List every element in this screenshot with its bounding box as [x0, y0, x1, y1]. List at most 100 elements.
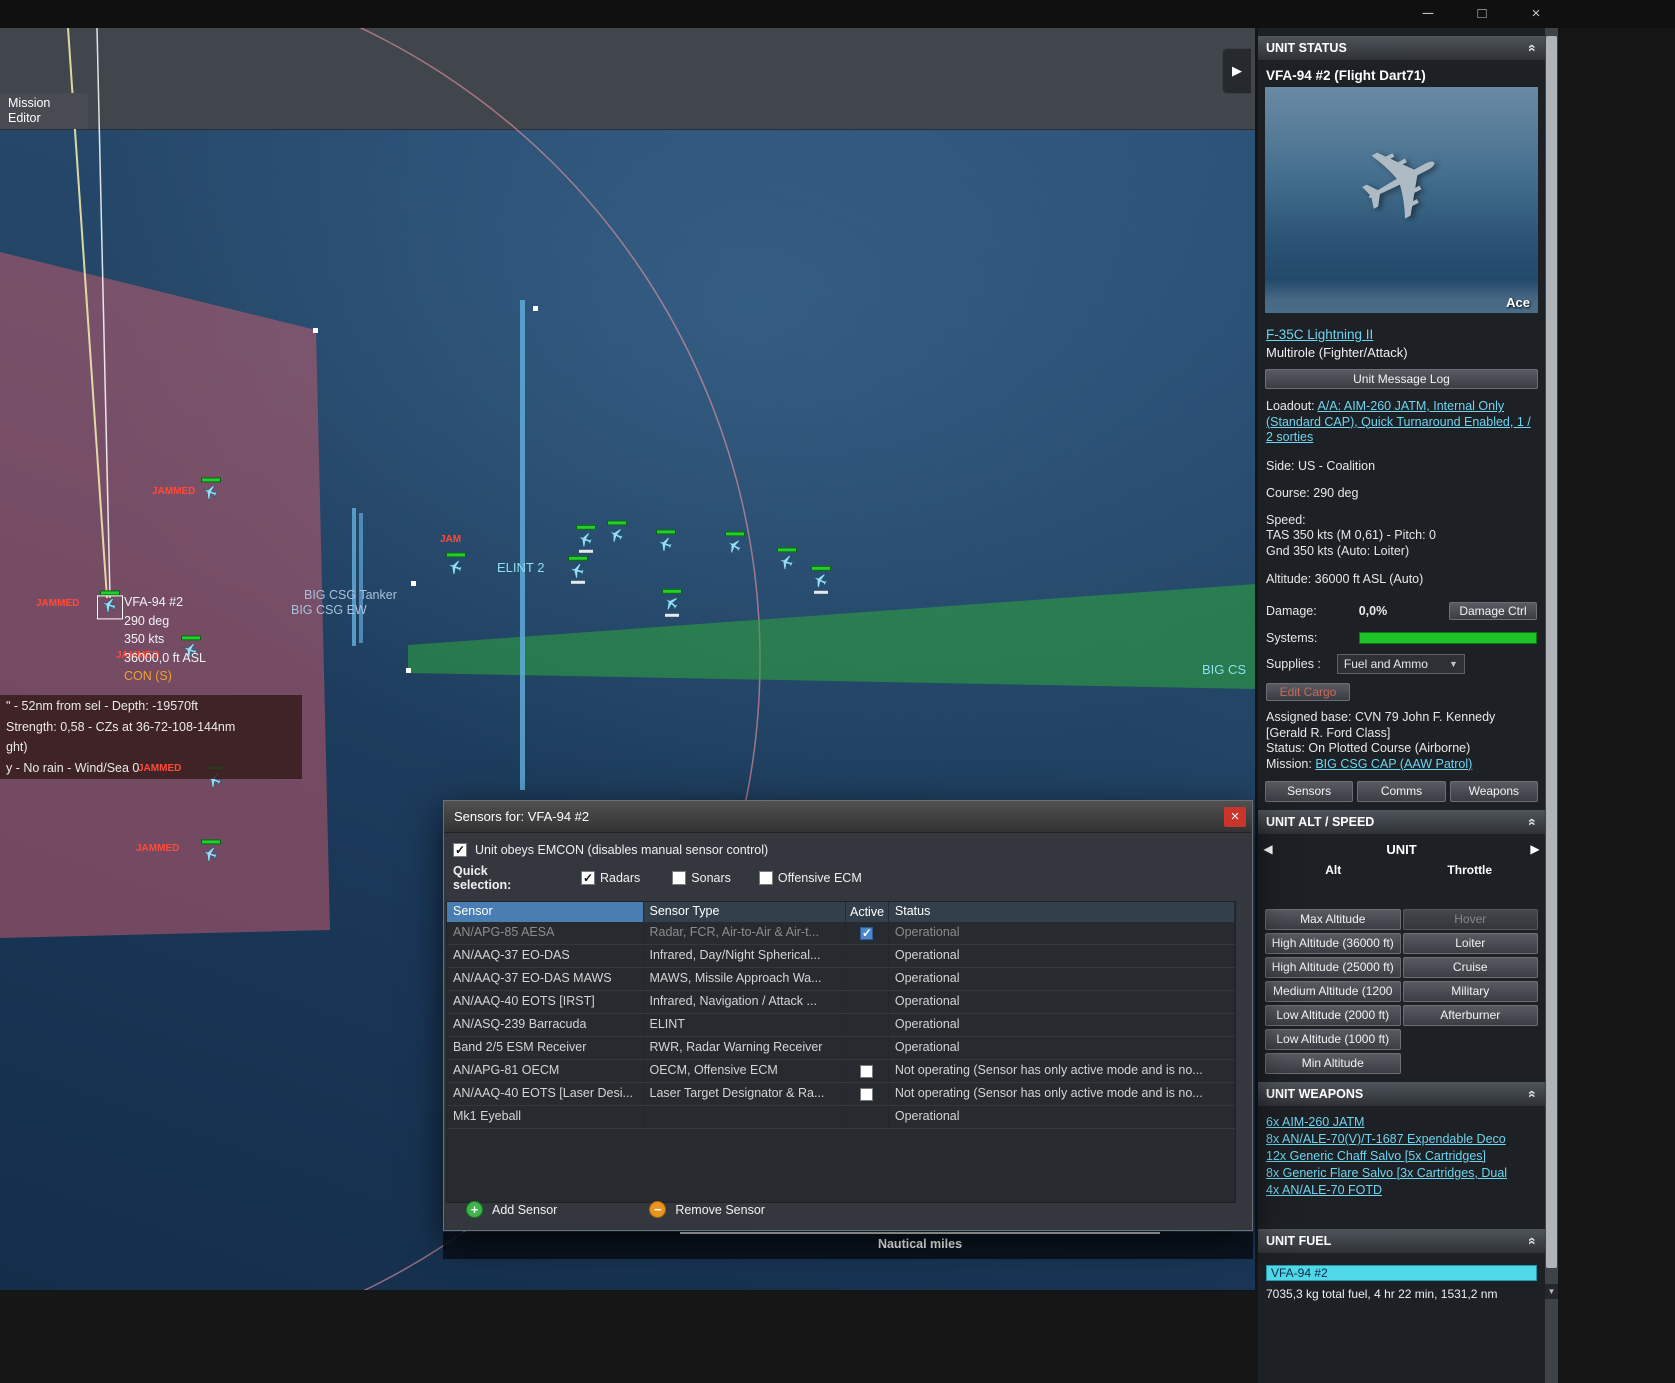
- sensor-row[interactable]: AN/APG-81 OECM OECM, Offensive ECM ✓ Not…: [447, 1060, 1235, 1083]
- weapon-link[interactable]: 6x AIM-260 JATM: [1266, 1115, 1364, 1129]
- alt-button-low-2000[interactable]: Low Altitude (2000 ft): [1265, 1005, 1401, 1026]
- vertex-handle[interactable]: [313, 328, 318, 333]
- sensor-row[interactable]: AN/AAQ-40 EOTS [IRST] Infrared, Navigati…: [447, 991, 1235, 1014]
- throttle-button-military[interactable]: Military: [1402, 981, 1538, 1002]
- alt-button-low-1000[interactable]: Low Altitude (1000 ft): [1265, 1029, 1401, 1050]
- unit-nav-label: UNIT: [1386, 841, 1417, 857]
- collapse-icon[interactable]: «: [1525, 44, 1541, 52]
- throttle-button-loiter[interactable]: Loiter: [1402, 933, 1538, 954]
- aircraft-marker[interactable]: [574, 524, 598, 553]
- aircraft-marker[interactable]: [723, 531, 747, 555]
- alt-button-high-25000[interactable]: High Altitude (25000 ft): [1265, 957, 1401, 978]
- unit-alt-speed-header[interactable]: UNIT ALT / SPEED «: [1258, 810, 1545, 834]
- sensor-row[interactable]: Band 2/5 ESM Receiver RWR, Radar Warning…: [447, 1037, 1235, 1060]
- patrol-corridor-polygon[interactable]: [408, 584, 1255, 689]
- remove-sensor-icon[interactable]: −: [649, 1201, 667, 1218]
- scrollbar-down-icon[interactable]: ▼: [1545, 1284, 1558, 1299]
- aircraft-marker[interactable]: [809, 565, 833, 594]
- weapon-link[interactable]: 12x Generic Chaff Salvo [5x Cartridges]: [1266, 1149, 1486, 1163]
- close-icon[interactable]: ×: [1509, 0, 1563, 28]
- sensors-table-header[interactable]: Sensor Sensor Type Active Status: [447, 902, 1235, 922]
- weapon-link[interactable]: 8x Generic Flare Salvo [3x Cartridges, D…: [1266, 1166, 1507, 1180]
- aircraft-marker[interactable]: [199, 839, 223, 863]
- assigned-base-line1: Assigned base: CVN 79 John F. Kennedy: [1266, 710, 1496, 724]
- collapse-icon[interactable]: «: [1525, 1090, 1541, 1098]
- sonars-checkbox[interactable]: ✓: [672, 871, 687, 885]
- aircraft-marker[interactable]: [654, 529, 678, 553]
- sensor-row[interactable]: AN/AAQ-37 EO-DAS MAWS MAWS, Missile Appr…: [447, 968, 1235, 991]
- sensors-dialog-titlebar[interactable]: Sensors for: VFA-94 #2: [444, 801, 1252, 833]
- sensor-status: Operational: [889, 945, 1235, 967]
- supplies-dropdown[interactable]: Fuel and Ammo ▼: [1336, 654, 1465, 674]
- selected-unit-datablock: VFA-94 #2 290 deg 350 kts 36000,0 ft ASL…: [124, 593, 206, 686]
- column-header-active[interactable]: Active: [845, 902, 889, 922]
- aircraft-icon: [203, 485, 218, 500]
- offensive-ecm-checkbox[interactable]: ✓: [758, 871, 773, 885]
- sensor-row[interactable]: Mk1 Eyeball Operational: [447, 1106, 1235, 1129]
- add-sensor-button[interactable]: Add Sensor: [492, 1203, 557, 1217]
- unit-fuel-header[interactable]: UNIT FUEL «: [1258, 1229, 1545, 1253]
- aircraft-marker[interactable]: [660, 588, 684, 617]
- sensor-row[interactable]: AN/AAQ-40 EOTS [Laser Desi... Laser Targ…: [447, 1083, 1235, 1106]
- unit-message-log-button[interactable]: Unit Message Log: [1265, 369, 1538, 389]
- maximize-icon[interactable]: □: [1455, 0, 1509, 28]
- scrollbar-thumb[interactable]: [1546, 36, 1557, 1268]
- remove-sensor-button[interactable]: Remove Sensor: [675, 1203, 765, 1217]
- emcon-checkbox[interactable]: ✓: [453, 843, 467, 857]
- alt-button-medium[interactable]: Medium Altitude (1200: [1265, 981, 1401, 1002]
- damage-ctrl-button[interactable]: Damage Ctrl: [1449, 602, 1537, 620]
- sensor-name: AN/APG-85 AESA: [447, 922, 644, 944]
- weapon-link[interactable]: 8x AN/ALE-70(V)/T-1687 Expendable Deco: [1266, 1132, 1506, 1146]
- ew-group-label: BIG CSG EW: [291, 603, 367, 617]
- aircraft-marker[interactable]: [199, 477, 223, 501]
- column-header-status[interactable]: Status: [888, 902, 1235, 922]
- alt-button-min[interactable]: Min Altitude: [1265, 1053, 1401, 1074]
- aircraft-marker[interactable]: [444, 552, 468, 576]
- sensor-row[interactable]: AN/ASQ-239 Barracuda ELINT Operational: [447, 1014, 1235, 1037]
- minimize-icon[interactable]: ─: [1401, 0, 1455, 28]
- throttle-button-cruise[interactable]: Cruise: [1402, 957, 1538, 978]
- vertex-handle[interactable]: [406, 668, 411, 673]
- alt-button-max[interactable]: Max Altitude: [1265, 909, 1401, 930]
- sensor-active-checkbox[interactable]: ✓: [860, 1064, 874, 1078]
- sensor-row[interactable]: AN/APG-85 AESA Radar, FCR, Air-to-Air & …: [447, 922, 1235, 945]
- add-sensor-icon[interactable]: +: [466, 1201, 483, 1218]
- aircraft-marker-selected[interactable]: [97, 590, 123, 620]
- panel-expand-tab[interactable]: ▶: [1222, 48, 1251, 94]
- collapse-icon[interactable]: «: [1525, 1237, 1541, 1245]
- tab-comms[interactable]: Comms: [1357, 781, 1446, 802]
- mission-link[interactable]: BIG CSG CAP (AAW Patrol): [1315, 757, 1472, 771]
- sensor-status: Operational: [889, 922, 1235, 944]
- throttle-button-afterburner[interactable]: Afterburner: [1402, 1005, 1538, 1026]
- dialog-close-button[interactable]: ×: [1224, 807, 1246, 827]
- unit-status-header[interactable]: UNIT STATUS «: [1258, 36, 1545, 60]
- systems-label: Systems:: [1266, 631, 1318, 645]
- radars-checkbox[interactable]: ✓: [581, 871, 595, 885]
- sensor-line: [520, 300, 525, 790]
- tab-sensors[interactable]: Sensors: [1265, 781, 1354, 802]
- sidebar-scrollbar[interactable]: ▼: [1545, 28, 1558, 1383]
- table-empty-area: [447, 1129, 1235, 1202]
- sensor-active-checkbox[interactable]: ✓: [860, 926, 874, 940]
- sensor-row[interactable]: AN/AAQ-37 EO-DAS Infrared, Day/Night Sph…: [447, 945, 1235, 968]
- collapse-icon[interactable]: «: [1525, 818, 1541, 826]
- aircraft-type-link[interactable]: F-35C Lightning II: [1266, 327, 1373, 342]
- edit-cargo-button[interactable]: Edit Cargo: [1266, 683, 1350, 701]
- unit-weapons-header[interactable]: UNIT WEAPONS «: [1258, 1082, 1545, 1106]
- weapon-link[interactable]: 4x AN/ALE-70 FOTD: [1266, 1183, 1382, 1197]
- column-header-sensor-type[interactable]: Sensor Type: [643, 902, 846, 922]
- throttle-button-hover[interactable]: Hover: [1402, 909, 1538, 930]
- status-line: Status: On Plotted Course (Airborne): [1266, 741, 1471, 755]
- tab-weapons[interactable]: Weapons: [1449, 781, 1538, 802]
- next-unit-arrow-icon[interactable]: ▶: [1527, 842, 1543, 856]
- vertex-handle[interactable]: [533, 306, 538, 311]
- mission-editor-tab[interactable]: Mission Editor: [0, 93, 88, 129]
- aircraft-marker[interactable]: [775, 547, 799, 571]
- alt-button-high-36000[interactable]: High Altitude (36000 ft): [1265, 933, 1401, 954]
- vertex-handle[interactable]: [411, 581, 416, 586]
- aircraft-marker[interactable]: [605, 520, 629, 544]
- column-header-sensor[interactable]: Sensor: [447, 902, 644, 922]
- sensor-active-checkbox[interactable]: ✓: [860, 1087, 874, 1101]
- aircraft-marker[interactable]: [566, 555, 590, 584]
- prev-unit-arrow-icon[interactable]: ◀: [1260, 842, 1276, 856]
